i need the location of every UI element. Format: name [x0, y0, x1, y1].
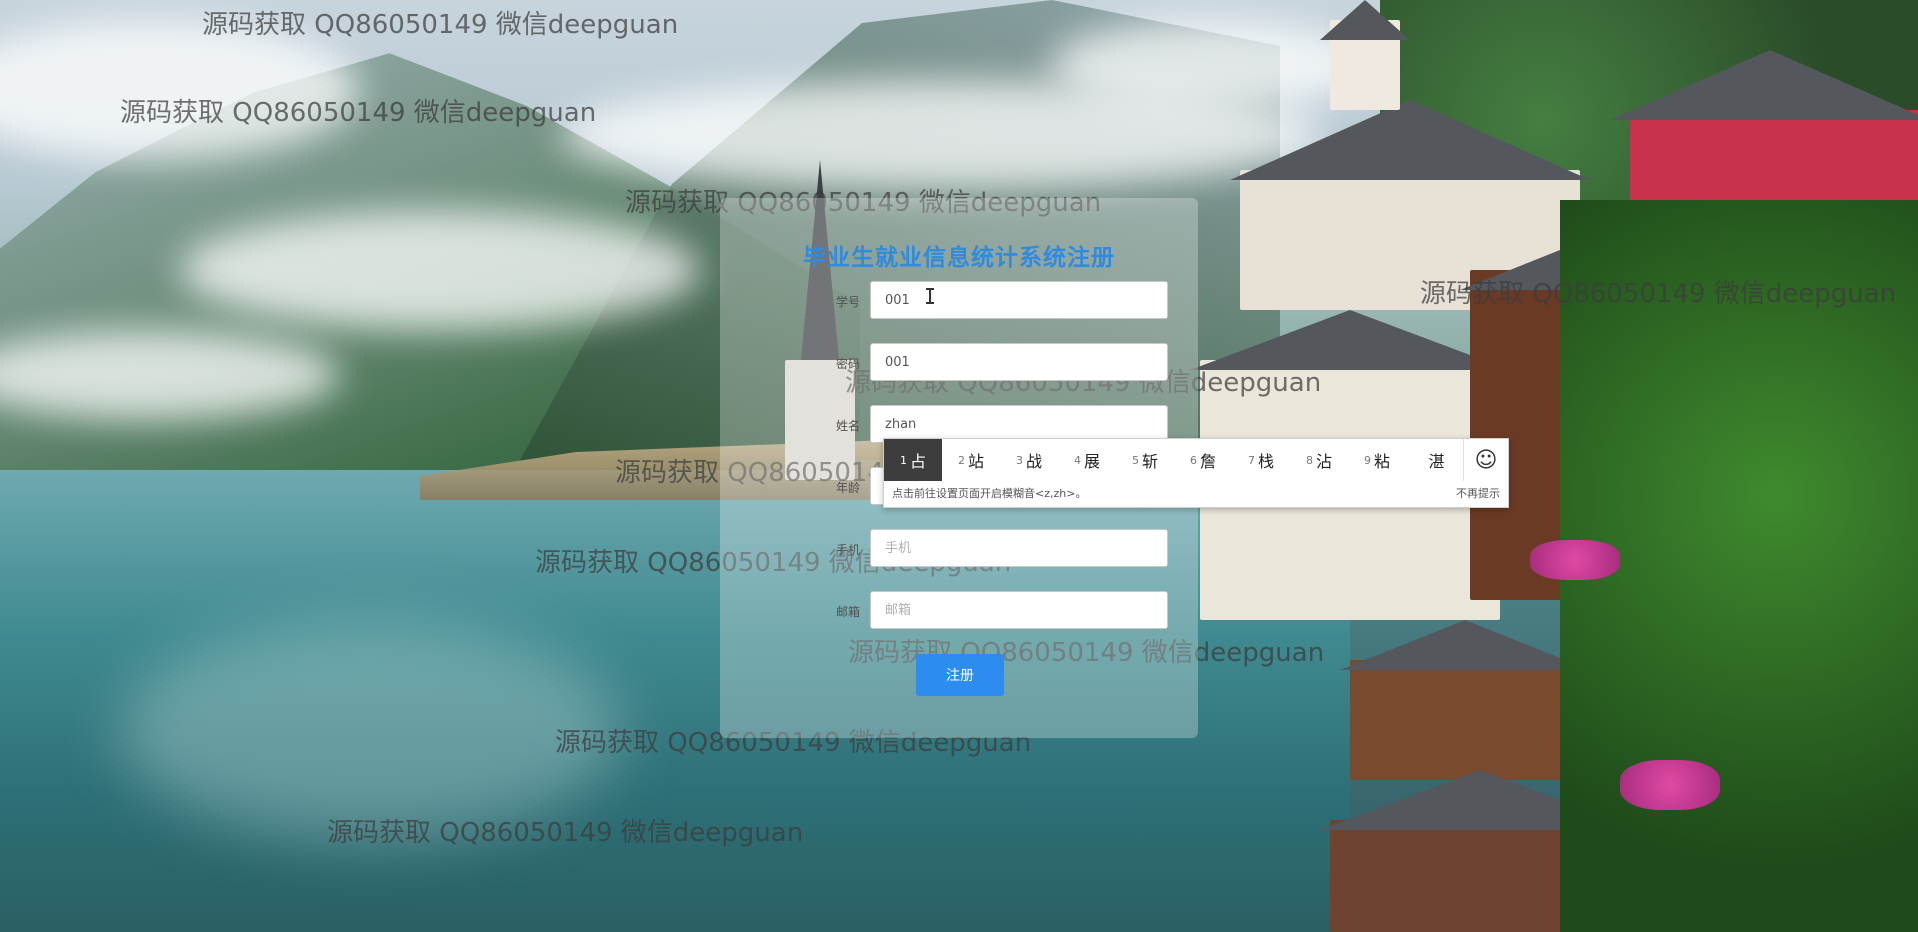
candidate-number: 7 — [1247, 453, 1255, 467]
password-input[interactable] — [870, 343, 1168, 381]
phone-input[interactable] — [870, 529, 1168, 567]
candidate-number: 5 — [1131, 453, 1139, 467]
phone-label: 手机 — [835, 543, 860, 557]
name-label: 姓名 — [835, 419, 860, 433]
ime-hint-text[interactable]: 点击前往设置页面开启模糊音<z,zh>。 — [892, 485, 1086, 501]
watermark: 源码获取 QQ86050149 微信deepguan — [1420, 279, 1897, 309]
flowers — [1530, 540, 1620, 580]
candidate-number: 4 — [1073, 453, 1081, 467]
candidate-number: 6 — [1189, 453, 1197, 467]
watermark: 源码获取 QQ86050149 微信deepguan — [120, 98, 597, 128]
ime-dismiss-button[interactable]: 不再提示 — [1456, 485, 1500, 501]
emoji-icon[interactable]: ☺ — [1463, 439, 1508, 481]
roof — [1340, 620, 1590, 670]
candidate-text: 栈 — [1257, 452, 1274, 471]
lake-reflection — [120, 620, 620, 840]
ime-candidate[interactable]: 3战 — [1000, 439, 1058, 481]
ime-candidate[interactable]: 2站 — [942, 439, 1000, 481]
candidate-number: 2 — [957, 453, 965, 467]
password-label: 密码 — [835, 357, 860, 371]
candidate-text: 站 — [967, 452, 984, 471]
ime-candidate-popup: 1占 2站 3战 4展 5斩 6詹 7栈 8沾 9粘 湛 ☺ 点击前往设置页面开… — [883, 438, 1509, 508]
age-label: 年龄 — [835, 481, 860, 495]
candidate-text: 詹 — [1199, 452, 1216, 471]
cloud — [1050, 20, 1370, 110]
ime-candidate[interactable]: 9粘 — [1348, 439, 1406, 481]
ime-candidate[interactable]: 1占 — [884, 439, 942, 481]
candidate-text: 沾 — [1315, 452, 1332, 471]
email-input[interactable] — [870, 591, 1168, 629]
page-title: 毕业生就业信息统计系统注册 — [803, 245, 1115, 271]
email-label: 邮箱 — [835, 605, 860, 619]
student-id-input[interactable] — [870, 281, 1168, 319]
ime-candidate[interactable]: 6詹 — [1174, 439, 1232, 481]
candidate-number: 9 — [1363, 453, 1371, 467]
candidate-number: 8 — [1305, 453, 1313, 467]
candidate-number: 1 — [899, 453, 907, 467]
candidate-number: 3 — [1015, 453, 1023, 467]
candidate-text: 战 — [1025, 452, 1042, 471]
ime-candidate[interactable]: 湛 — [1406, 439, 1464, 481]
flowers — [1620, 760, 1720, 810]
candidate-text: 湛 — [1428, 452, 1445, 471]
ime-candidate[interactable]: 7栈 — [1232, 439, 1290, 481]
wooden-house — [1350, 660, 1580, 780]
candidate-text: 展 — [1083, 452, 1100, 471]
ime-candidate-list: 1占 2站 3战 4展 5斩 6詹 7栈 8沾 9粘 湛 — [884, 439, 1464, 481]
watermark: 源码获取 QQ86050149 微信deepguan — [327, 818, 804, 848]
student-id-label: 学号 — [835, 295, 860, 309]
ime-candidate[interactable]: 8沾 — [1290, 439, 1348, 481]
ime-candidate[interactable]: 4展 — [1058, 439, 1116, 481]
register-button[interactable]: 注册 — [916, 654, 1004, 696]
watermark: 源码获取 QQ86050149 微信deepguan — [202, 10, 679, 40]
candidate-text: 粘 — [1373, 452, 1390, 471]
text-cursor-icon — [926, 288, 934, 304]
candidate-text: 占 — [909, 452, 926, 471]
candidate-text: 斩 — [1141, 452, 1158, 471]
ime-candidate[interactable]: 5斩 — [1116, 439, 1174, 481]
cloud — [180, 210, 700, 330]
